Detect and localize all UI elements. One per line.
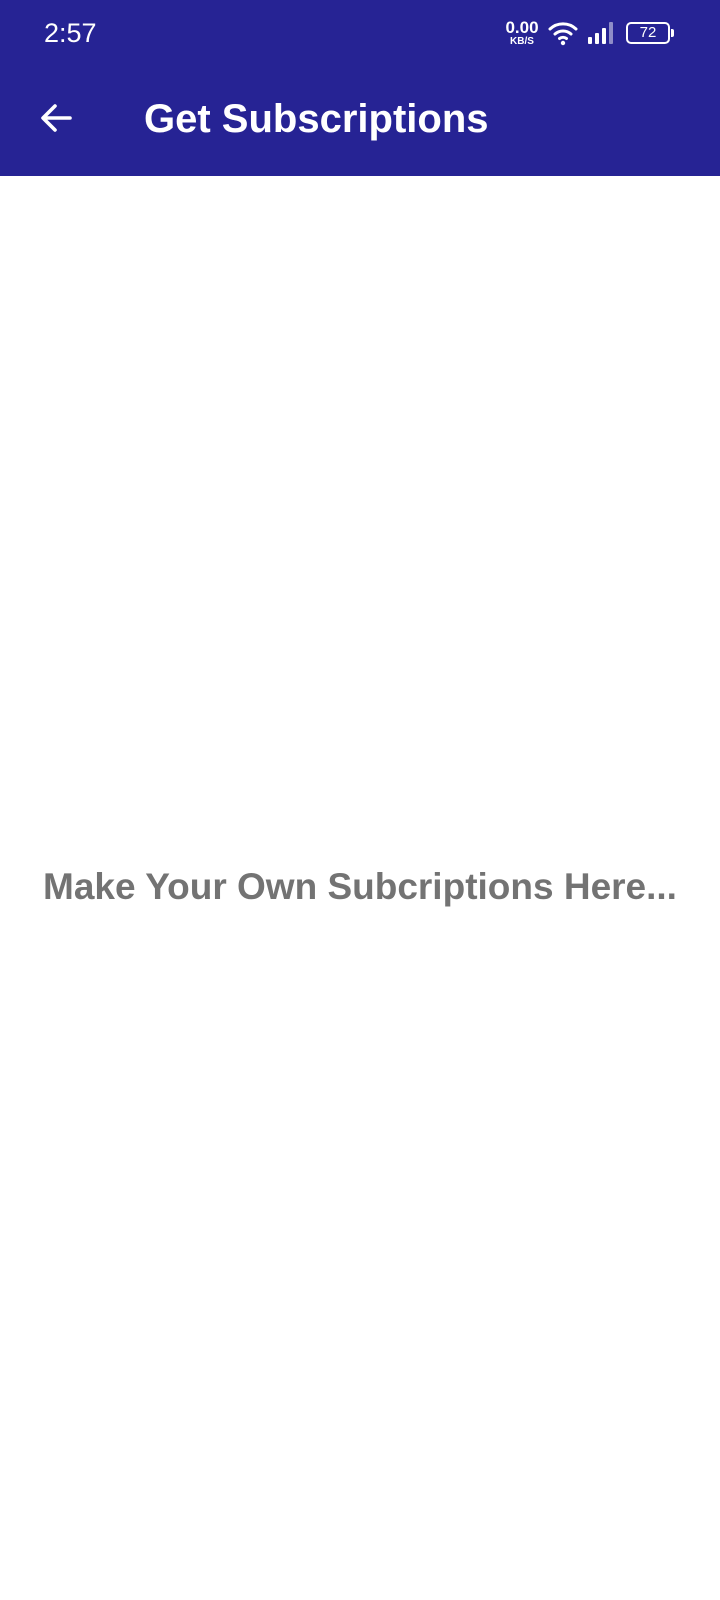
network-speed: 0.00 KB/S [504, 17, 540, 47]
empty-state-message: Make Your Own Subcriptions Here... [43, 866, 677, 907]
network-speed-unit: KB/S [510, 35, 534, 47]
page-title: Get Subscriptions [144, 97, 489, 141]
status-time: 2:57 [44, 18, 97, 48]
cell-signal-icon [588, 22, 613, 44]
back-button[interactable] [26, 88, 86, 148]
status-icons: 0.00 KB/S 72 [504, 17, 674, 48]
battery-indicator: 72 [626, 22, 674, 44]
toolbar: Get Subscriptions [0, 66, 720, 176]
network-speed-value: 0.00 [505, 17, 539, 37]
app-header: 2:57 0.00 KB/S 72 Get Subscriptions [0, 0, 720, 176]
wifi-icon [548, 22, 578, 46]
arrow-left-icon [41, 104, 72, 132]
subscriptions-screen: 2:57 0.00 KB/S 72 Get Subscriptions Make… [0, 0, 720, 1600]
status-bar: 2:57 0.00 KB/S 72 [0, 0, 720, 66]
